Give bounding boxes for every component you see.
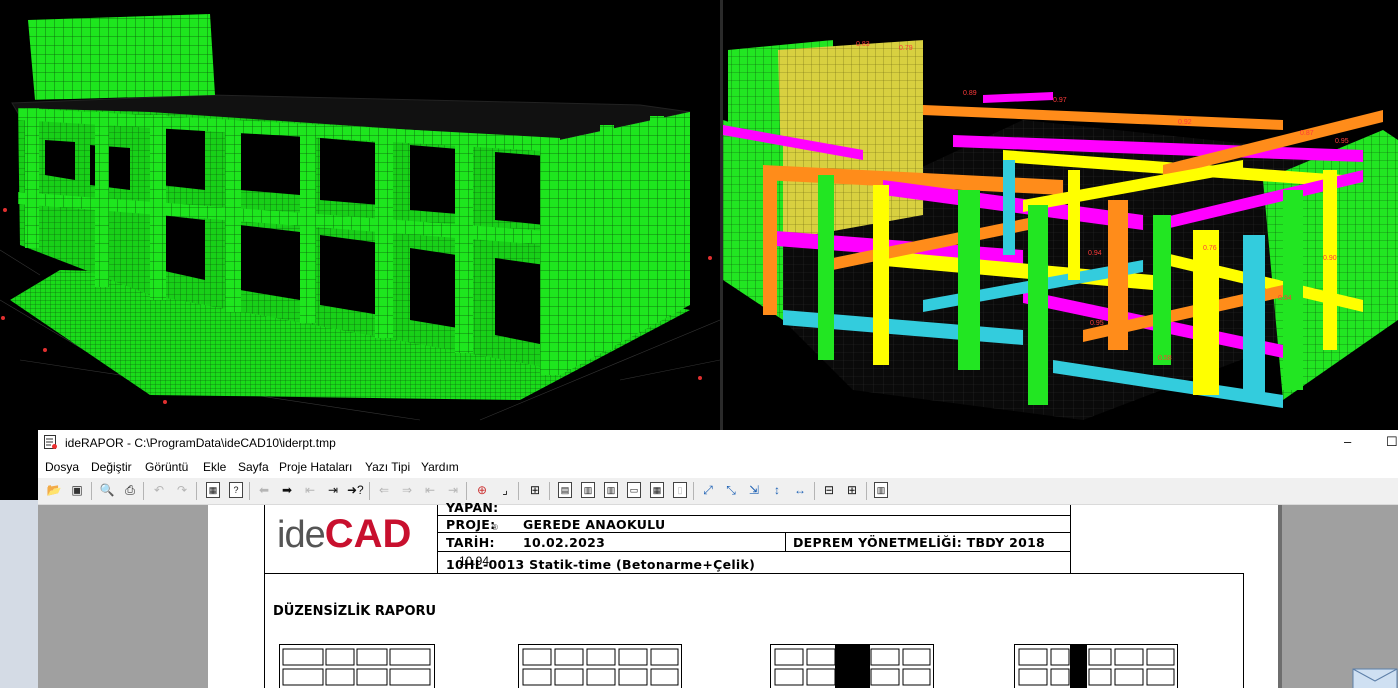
module-name: 10HL-0013 Statik-time (Betonarme+Çelik) <box>446 557 756 572</box>
menu-ekle[interactable]: Ekle <box>203 460 226 474</box>
page-layout-2-icon[interactable]: ▥ <box>581 482 595 498</box>
tree-icon[interactable]: ⊞ <box>527 482 543 498</box>
report-page: ideCAD ® 10.94 YAPAN: PROJE: GEREDE ANAO… <box>208 500 1278 688</box>
page-layout-1-icon[interactable]: ▤ <box>558 482 572 498</box>
toolbar: 📂 ▣ 🔍 ⎙ ↶ ↷ ▦ ? ⬅ ➡ ⇤ ⇥ ➜? ⇐ ⇒ ⇤ ⇥ ⊕ ⌟ ⊞… <box>38 478 1398 505</box>
open-icon[interactable]: 📂 <box>46 482 62 498</box>
print-icon[interactable]: ⎙ <box>122 482 138 498</box>
svg-text:0.58: 0.58 <box>1158 355 1172 362</box>
page-break-icon[interactable]: ⌟ <box>497 482 513 498</box>
split-view-icon[interactable]: ⊟ <box>821 482 837 498</box>
window-title: ideRAPOR - C:\ProgramData\ideCAD10\iderp… <box>65 436 336 450</box>
svg-text:0.94: 0.94 <box>1088 250 1102 257</box>
menu-yardim[interactable]: Yardım <box>421 460 459 474</box>
svg-text:0.87: 0.87 <box>1300 130 1314 137</box>
tarih-label: TARİH: <box>446 535 495 550</box>
maximize-button[interactable]: ☐ <box>1386 434 1398 450</box>
menu-sayfa[interactable]: Sayfa <box>238 460 269 474</box>
proje-value: GEREDE ANAOKULU <box>523 517 666 532</box>
left-3d-viewport[interactable] <box>0 0 720 430</box>
yapan-label: YAPAN: <box>446 500 499 515</box>
first-page-icon[interactable]: ⇤ <box>302 482 318 498</box>
menu-goruntu[interactable]: Görüntü <box>145 460 188 474</box>
color-coded-frame-model: 0.83 0.79 0.89 0.92 0.87 0.95 0.97 0.94 … <box>723 40 1398 420</box>
svg-text:0.83: 0.83 <box>856 41 870 48</box>
deprem-yonetmeligi: DEPREM YÖNETMELİĞİ: TBDY 2018 <box>793 535 1046 550</box>
redo-icon[interactable]: ↷ <box>174 482 190 498</box>
fit-height-icon[interactable]: ↕ <box>769 482 785 498</box>
irregularity-diagram-4 <box>1014 644 1178 688</box>
arrow-right-icon[interactable]: ➡ <box>279 482 295 498</box>
background-window-edge <box>0 500 38 688</box>
svg-text:0.79: 0.79 <box>899 45 913 52</box>
envelope-icon[interactable] <box>1352 665 1398 688</box>
svg-text:0.92: 0.92 <box>1178 119 1192 126</box>
page-layout-4-icon[interactable]: ▭ <box>627 482 641 498</box>
green-mesh-model <box>0 14 720 421</box>
fit-width-icon[interactable]: ↔ <box>792 482 808 498</box>
undo-icon[interactable]: ↶ <box>151 482 167 498</box>
menu-dosya[interactable]: Dosya <box>45 460 79 474</box>
prev-section-icon[interactable]: ⇐ <box>376 482 392 498</box>
zoom-out-icon[interactable]: ⇲ <box>746 482 762 498</box>
report-work-area[interactable]: ideCAD ® 10.94 YAPAN: PROJE: GEREDE ANAO… <box>38 500 1398 688</box>
disabled-layout-icon[interactable]: ▯ <box>673 482 687 498</box>
title-bar[interactable]: ideRAPOR - C:\ProgramData\ideCAD10\iderp… <box>38 430 1398 456</box>
iderapor-window: ideRAPOR - C:\ProgramData\ideCAD10\iderp… <box>38 430 1398 688</box>
proje-label: PROJE: <box>446 517 496 532</box>
right-3d-viewport[interactable]: 0.83 0.79 0.89 0.92 0.87 0.95 0.97 0.94 … <box>723 0 1398 430</box>
tarih-value: 10.02.2023 <box>523 535 606 550</box>
goto-page-icon[interactable]: ➜? <box>347 482 364 498</box>
svg-text:0.97: 0.97 <box>1053 97 1067 104</box>
report-app-icon <box>44 435 57 449</box>
report-section-title: DÜZENSİZLİK RAPORU <box>273 604 437 619</box>
help-icon[interactable]: ? <box>229 482 243 498</box>
page-layout-3-icon[interactable]: ▥ <box>604 482 618 498</box>
page-shadow <box>1278 505 1282 688</box>
save-icon[interactable]: ▣ <box>69 482 85 498</box>
print-preview-icon[interactable]: 🔍 <box>99 482 115 498</box>
zoom-in-icon[interactable]: ⤡ <box>723 482 739 498</box>
menu-bar: Dosya Değiştir Görüntü Ekle Sayfa Proje … <box>38 456 1398 478</box>
calculator-icon[interactable]: ▦ <box>206 482 220 498</box>
insert-icon[interactable]: ⊕ <box>474 482 490 498</box>
svg-text:0.76: 0.76 <box>1203 245 1217 252</box>
menu-proje-hatalari[interactable]: Proje Hataları <box>279 460 352 474</box>
irregularity-diagram-1 <box>279 644 435 688</box>
idecad-logo: ideCAD ® 10.94 <box>277 512 498 568</box>
irregularity-diagram-2 <box>518 644 682 688</box>
multi-page-icon[interactable]: ⊞ <box>844 482 860 498</box>
menu-yazi-tipi[interactable]: Yazı Tipi <box>365 460 410 474</box>
first-section-icon[interactable]: ⇤ <box>422 482 438 498</box>
last-page-icon[interactable]: ⇥ <box>325 482 341 498</box>
menu-degistir[interactable]: Değiştir <box>91 460 132 474</box>
zoom-fit-icon[interactable]: ⤢ <box>700 482 716 498</box>
last-section-icon[interactable]: ⇥ <box>445 482 461 498</box>
irregularity-diagram-3 <box>770 644 934 688</box>
minimize-button[interactable]: – <box>1344 434 1351 449</box>
svg-text:0.95: 0.95 <box>1335 138 1349 145</box>
svg-text:0.95: 0.95 <box>1090 320 1104 327</box>
svg-text:0.94: 0.94 <box>1278 295 1292 302</box>
table-icon[interactable]: ▦ <box>650 482 664 498</box>
next-section-icon[interactable]: ⇒ <box>399 482 415 498</box>
arrow-left-icon[interactable]: ⬅ <box>256 482 272 498</box>
columns-icon[interactable]: ▥ <box>874 482 888 498</box>
svg-text:0.90: 0.90 <box>1323 255 1337 262</box>
svg-text:0.89: 0.89 <box>963 90 977 97</box>
